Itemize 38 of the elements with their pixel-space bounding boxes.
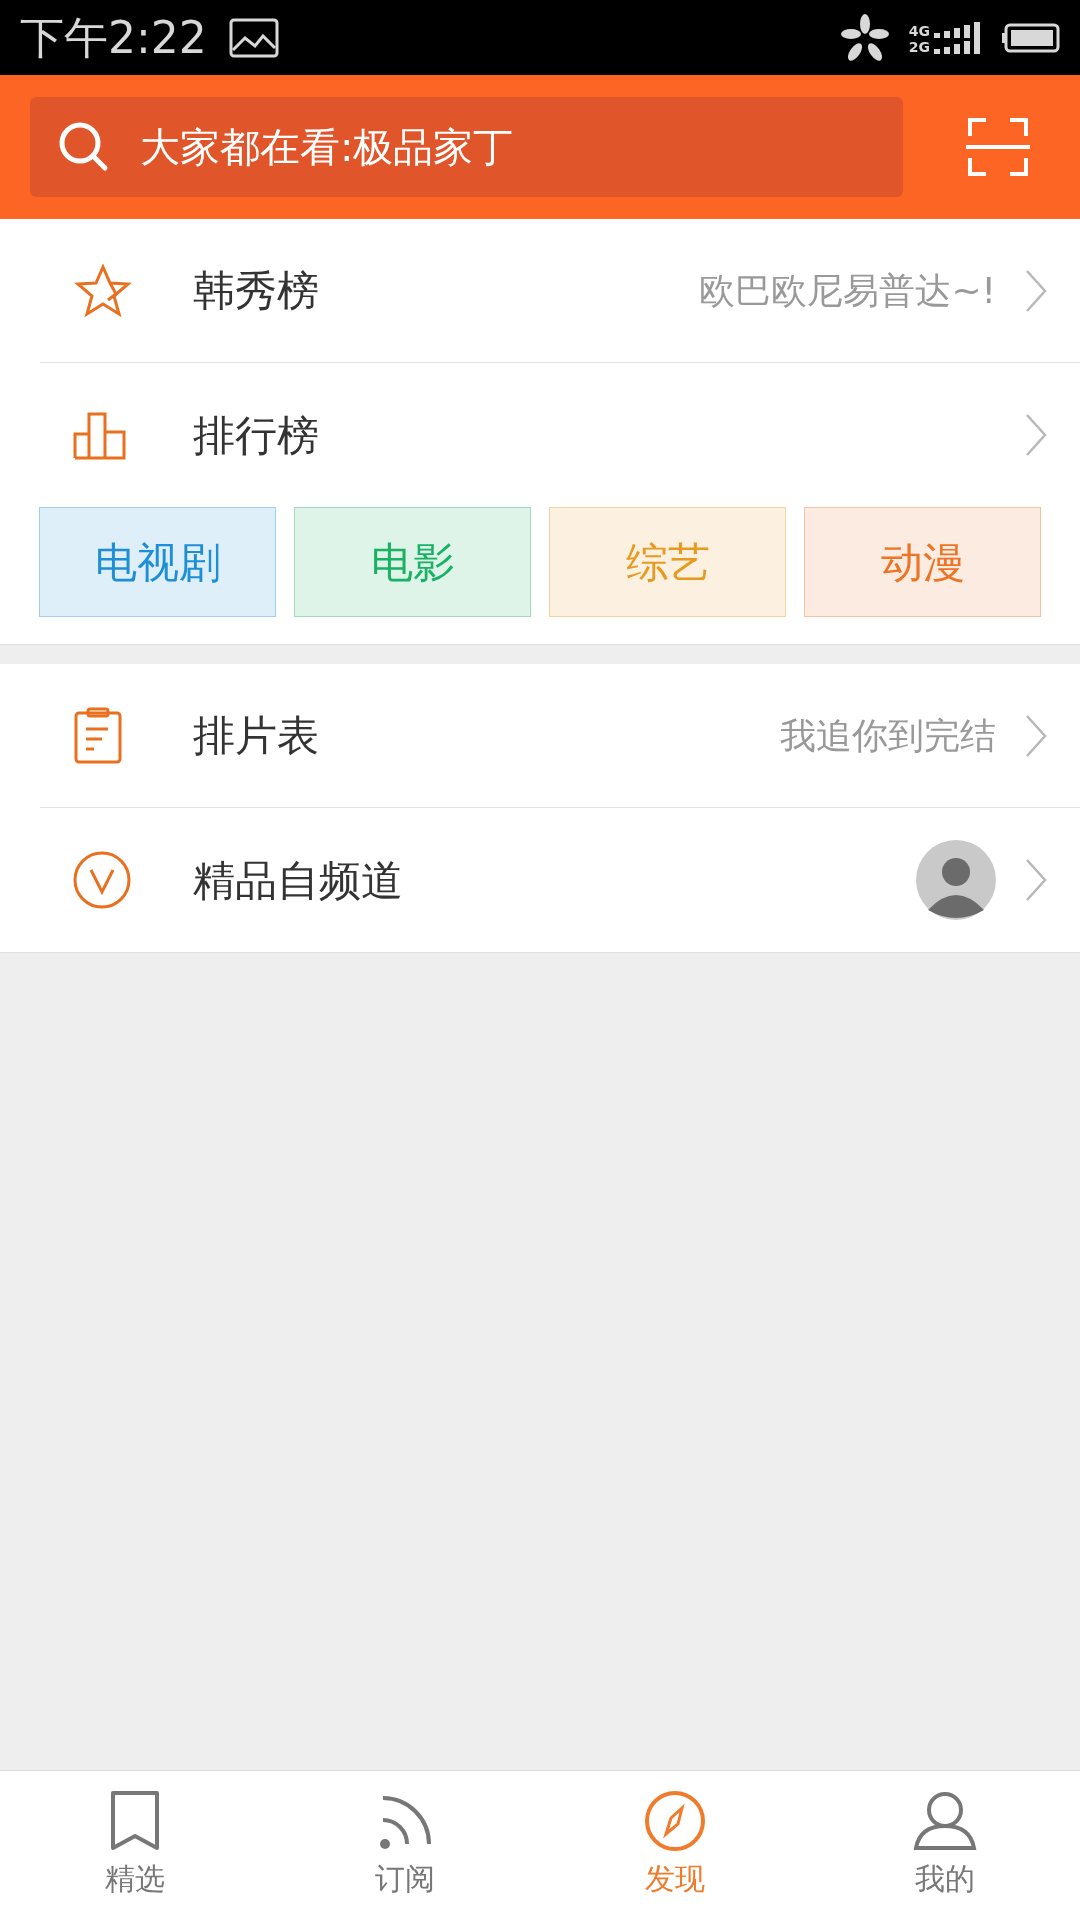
nav-tab[interactable]: 发现 <box>540 1771 810 1920</box>
signal-icon <box>934 37 980 54</box>
signal-icon <box>934 21 980 38</box>
category-button[interactable]: 电视剧 <box>39 507 276 617</box>
row-hint: 欧巴欧尼易普达~! <box>699 268 996 313</box>
avatar-icon <box>916 840 996 920</box>
nav-tab[interactable]: 精选 <box>0 1771 270 1920</box>
search-field[interactable]: 大家都在看:极品家丁 <box>30 97 903 197</box>
row-title: 排片表 <box>193 710 320 762</box>
chevron-right-icon <box>1024 268 1048 313</box>
search-icon <box>58 121 110 173</box>
person-icon <box>912 1790 978 1852</box>
star-icon <box>72 263 134 318</box>
clipboard-icon <box>72 706 124 765</box>
menu-row[interactable]: 韩秀榜 欧巴欧尼易普达~! <box>40 219 1080 363</box>
scan-icon[interactable] <box>966 118 1030 176</box>
row-hint: 我追你到完结 <box>780 713 996 758</box>
network-label: 2G <box>908 39 930 54</box>
network-label: 4G <box>908 23 930 38</box>
category-button[interactable]: 电影 <box>294 507 531 617</box>
category-button[interactable]: 动漫 <box>804 507 1041 617</box>
image-icon <box>228 17 279 58</box>
menu-row[interactable]: 排行榜 <box>40 363 1080 507</box>
nav-tab[interactable]: 订阅 <box>270 1771 540 1920</box>
flower-icon <box>840 13 889 62</box>
chevron-right-icon <box>1024 713 1048 758</box>
menu-row[interactable]: 精品自频道 <box>40 808 1080 952</box>
row-title: 韩秀榜 <box>193 265 320 317</box>
circled-v-icon <box>72 850 132 910</box>
row-title: 排行榜 <box>193 409 320 462</box>
row-title: 精品自频道 <box>193 854 404 907</box>
compass-icon <box>642 1790 708 1852</box>
battery-icon <box>1002 22 1060 53</box>
chevron-right-icon <box>1024 858 1048 902</box>
menu-row[interactable]: 排片表 我追你到完结 <box>40 664 1080 808</box>
nav-tab[interactable]: 我的 <box>810 1771 1080 1920</box>
chevron-right-icon <box>1024 413 1048 457</box>
status-time: 下午2:22 <box>20 10 207 65</box>
